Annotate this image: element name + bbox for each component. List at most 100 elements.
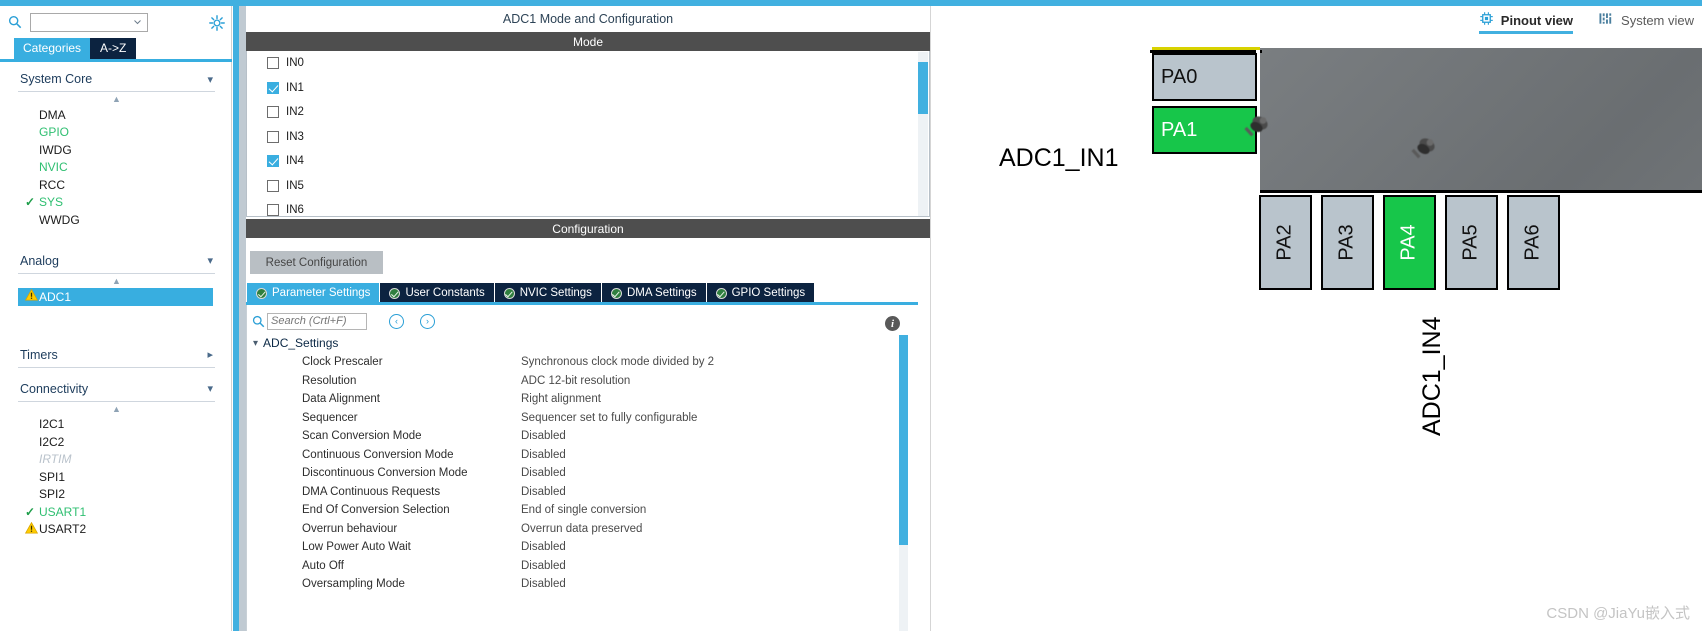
parameter-scrollbar-thumb[interactable] [899,335,908,545]
parameter-search-input[interactable] [267,312,367,330]
group-scroll-handle[interactable]: ▲ [18,402,215,416]
sidebar-group-analog: Analog ▾ ▲ ADC1 [18,229,215,306]
channel-row-in3[interactable]: IN3 [247,125,929,150]
sidebar-item-spi1[interactable]: SPI1 [39,468,215,486]
group-header-analog[interactable]: Analog ▾ [18,254,215,274]
checkbox-in5[interactable] [267,179,279,192]
gear-icon[interactable] [208,14,226,32]
table-row[interactable]: Continuous Conversion Mode Disabled [247,446,918,465]
tab-gpio-settings[interactable]: GPIO Settings [706,283,815,303]
tab-pinout-view[interactable]: Pinout view [1478,11,1574,34]
group-header-timers[interactable]: Timers ▸ [18,348,215,368]
sidebar-item-label: NVIC [39,160,68,175]
sidebar-item-sys[interactable]: ✓ SYS [25,194,215,212]
table-row[interactable]: Overrun behaviour Overrun data preserved [247,520,918,539]
pin-PA4[interactable]: PA4 [1383,195,1436,290]
table-row[interactable]: Clock Prescaler Synchronous clock mode di… [247,353,918,372]
param-key: Sequencer [302,411,358,424]
mcu-die-body [1256,48,1702,193]
param-value: Overrun data preserved [521,522,643,535]
group-scroll-handle[interactable]: ▲ [18,92,215,106]
pin-label: PA2 [1273,224,1296,261]
sidebar-item-i2c2[interactable]: I2C2 [39,433,215,451]
pin-PA3[interactable]: PA3 [1321,195,1374,290]
checkbox-in1[interactable] [267,81,279,94]
table-row[interactable]: Scan Conversion Mode Disabled [247,427,918,446]
info-icon[interactable]: i [885,316,900,331]
sidebar-item-nvic[interactable]: NVIC [39,159,215,177]
sidebar-item-irtim[interactable]: IRTIM [39,451,215,469]
chevron-down-icon: ▾ [207,383,213,395]
sidebar-item-label: DMA [39,107,66,122]
search-next-button[interactable]: › [420,313,435,329]
checkbox-in6[interactable] [267,204,279,216]
chevron-down-icon: ▾ [207,73,213,86]
view-tab-label: Pinout view [1500,12,1574,28]
sidebar-item-iwdg[interactable]: IWDG [39,141,215,159]
mode-scrollbar-thumb[interactable] [918,62,928,114]
tab-parameter-settings[interactable]: Parameter Settings [247,283,380,303]
channel-row-in2[interactable]: IN2 [247,100,929,125]
sidebar-item-rcc[interactable]: RCC [39,176,215,194]
pin-PA2[interactable]: PA2 [1259,195,1312,290]
status-check-icon [389,287,401,299]
tab-a-to-z[interactable]: A->Z [90,38,137,59]
sidebar-item-spi2[interactable]: SPI2 [39,486,215,504]
tree-group-adc-settings[interactable]: ▾ ADC_Settings [247,333,918,353]
group-header-connectivity[interactable]: Connectivity ▾ [18,382,215,402]
sidebar-item-wwdg[interactable]: WWDG [39,211,215,229]
checkbox-in2[interactable] [267,106,279,119]
table-row[interactable]: Data Alignment Right alignment [247,390,918,409]
table-row[interactable]: End Of Conversion Selection End of single… [247,501,918,520]
checkbox-in3[interactable] [267,130,279,143]
table-row[interactable]: Sequencer Sequencer set to fully configur… [247,409,918,428]
pin-PA5[interactable]: PA5 [1445,195,1498,290]
mode-scrollbar[interactable] [918,52,928,216]
checkbox-in0[interactable] [267,57,279,70]
param-value: Disabled [521,448,566,461]
param-key: Auto Off [302,559,344,572]
tab-dma-settings[interactable]: DMA Settings [601,283,706,303]
table-row[interactable]: DMA Continuous Requests Disabled [247,483,918,502]
table-row[interactable]: Auto Off Disabled [247,557,918,576]
tab-categories[interactable]: Categories [14,38,91,59]
checkbox-in4[interactable] [267,155,279,168]
group-scroll-handle[interactable]: ▲ [18,274,215,288]
channel-row-in1[interactable]: IN1 [247,76,929,101]
sidebar-item-label: GPIO [39,125,70,140]
search-prev-button[interactable]: ‹ [389,313,404,329]
chevron-down-icon[interactable]: ▾ [253,338,258,349]
search-icon [0,15,30,29]
channel-row-in6[interactable]: IN6 [247,198,929,216]
param-value: Synchronous clock mode divided by 2 [521,356,715,369]
sidebar-search-combo[interactable] [30,12,148,32]
pin-PA6[interactable]: PA6 [1507,195,1560,290]
group-header-system-core[interactable]: System Core ▾ [18,72,215,92]
sidebar-item-usart1[interactable]: ✓ USART1 [25,503,215,521]
pin-PA1[interactable]: PA1 [1152,106,1257,154]
sidebar-item-gpio[interactable]: GPIO [39,124,215,142]
parameter-scrollbar[interactable] [899,335,908,631]
channel-row-in5[interactable]: IN5 [247,174,929,199]
tab-user-constants[interactable]: User Constants [380,283,494,303]
sidebar-item-adc1[interactable]: ADC1 [18,287,213,306]
table-row[interactable]: Resolution ADC 12-bit resolution [247,372,918,391]
table-row[interactable]: Oversampling Mode Disabled [247,575,918,594]
adc-channel-list: IN0 IN1 IN2 IN3 IN4 IN5 IN6 [246,51,930,217]
table-row[interactable]: Low Power Auto Wait Disabled [247,538,918,557]
reset-configuration-button[interactable]: Reset Configuration [250,251,383,274]
sidebar-item-usart2[interactable]: USART2 [24,521,215,539]
param-key: Low Power Auto Wait [302,541,411,554]
pin-PA0[interactable]: PA0 [1152,53,1257,101]
status-check-icon [503,287,515,299]
channel-row-in4[interactable]: IN4 [247,149,929,174]
tab-nvic-settings[interactable]: NVIC Settings [494,283,601,303]
table-row[interactable]: Discontinuous Conversion Mode Disabled [247,464,918,483]
sidebar-item-dma[interactable]: DMA [39,106,215,124]
channel-row-in0[interactable]: IN0 [247,51,929,76]
tab-system-view[interactable]: System view [1599,12,1694,33]
mode-section-header: Mode [246,32,930,51]
sidebar-search-input[interactable] [31,14,131,30]
sidebar-item-i2c1[interactable]: I2C1 [39,416,215,434]
check-icon: ✓ [25,504,36,519]
